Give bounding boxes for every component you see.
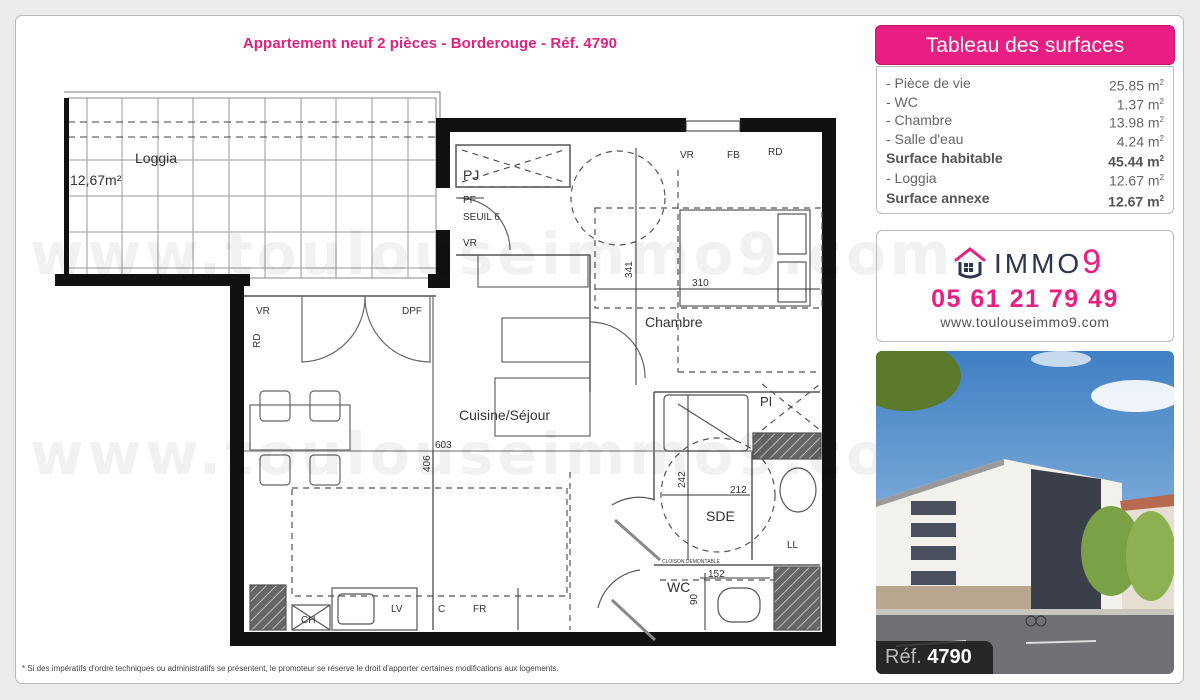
- surface-row: - Loggia 12.67 m2: [886, 169, 1164, 189]
- contact-box: IMMO9 05 61 21 79 49 www.toulouseimmo9.c…: [876, 230, 1174, 342]
- phone-number[interactable]: 05 61 21 79 49: [877, 285, 1173, 314]
- surface-total-row: Surface habitable 45.44 m2: [886, 148, 1164, 170]
- surface-label: - Pièce de vie: [886, 75, 971, 91]
- label-rd-bedroom: RD: [768, 147, 782, 158]
- label-pj: PJ: [463, 167, 479, 183]
- label-fr: FR: [473, 604, 486, 615]
- surface-value: 12.67 m2: [1108, 172, 1164, 189]
- surface-row: - Salle d'eau 4.24 m2: [886, 130, 1164, 150]
- brand-logo[interactable]: IMMO9: [952, 243, 1104, 281]
- listing-title: Appartement neuf 2 pièces - Borderouge -…: [242, 35, 618, 52]
- surface-value: 13.98 m2: [1108, 114, 1164, 131]
- brand-name: IMMO9: [994, 242, 1105, 281]
- label-c: C: [438, 604, 445, 615]
- label-pf: PF: [463, 195, 476, 206]
- label-pl: PI: [760, 394, 772, 409]
- label-vr-living: VR: [256, 306, 270, 317]
- building-illustration: [876, 351, 1174, 674]
- label-dpf: DPF: [402, 306, 422, 317]
- surface-total-row: Surface annexe 12.67 m2: [886, 188, 1164, 210]
- room-label-sde: SDE: [706, 508, 735, 524]
- surface-row: - Pièce de vie 25.85 m2: [886, 74, 1164, 94]
- label-cloison: CLOISON DEMONTABLE: [662, 559, 721, 565]
- disclaimer: * Si des impératifs d'ordre techniques o…: [22, 664, 559, 673]
- room-label-wc: WC: [667, 579, 690, 595]
- surface-value: 12.67 m2: [1108, 193, 1164, 210]
- surface-label: - Chambre: [886, 112, 953, 128]
- room-label-chambre: Chambre: [645, 314, 703, 330]
- watermark: www.toulouseimmo9.com: [30, 220, 955, 288]
- surface-row: - WC 1.37 m2: [886, 93, 1164, 113]
- label-ch: CH: [301, 615, 315, 626]
- surface-label: - WC: [886, 93, 918, 110]
- room-label-loggia: Loggia: [135, 150, 177, 166]
- surface-value: 45.44 m2: [1108, 153, 1164, 170]
- surface-row: - Chambre 13.98 m2: [886, 111, 1164, 131]
- label-lv: LV: [391, 604, 403, 615]
- label-vr-bedroom: VR: [680, 150, 694, 161]
- surface-label: Surface habitable: [886, 150, 1003, 166]
- surfaces-table: - Pièce de vie 25.85 m2 - WC 1.37 m2 - Cha…: [876, 66, 1174, 214]
- dim-152: 152: [708, 569, 725, 580]
- label-ll: LL: [787, 540, 799, 551]
- surface-label: Surface annexe: [886, 189, 990, 206]
- loggia-area-label: 12,67m²: [70, 172, 122, 188]
- building-photo: Réf. 4790: [876, 351, 1174, 674]
- surface-value: 4.24 m2: [1116, 133, 1164, 150]
- website-link[interactable]: www.toulouseimmo9.com: [877, 314, 1173, 330]
- house-icon: [954, 247, 986, 279]
- surface-label: - Salle d'eau: [886, 130, 964, 147]
- surface-label: - Loggia: [886, 170, 937, 186]
- reference-badge: Réf. 4790: [876, 641, 993, 674]
- surface-value: 1.37 m2: [1116, 96, 1164, 113]
- dim-90: 90: [689, 593, 700, 605]
- floor-plan: Loggia 12,67m² Cuisine/Séjour Chambre SD…: [55, 91, 836, 646]
- watermark: www.toulouseimmo9.com: [30, 420, 955, 488]
- label-rd-living: RD: [252, 334, 263, 348]
- label-fb: FB: [727, 150, 740, 161]
- surface-value: 25.85 m2: [1108, 77, 1164, 94]
- surfaces-header: Tableau des surfaces: [875, 25, 1175, 65]
